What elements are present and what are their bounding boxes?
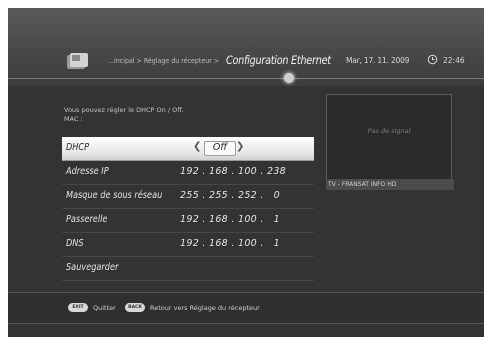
subnet-mask-value[interactable]: 255 . 255 . 252 . 0 (180, 190, 280, 201)
progress-dot (284, 73, 294, 83)
setting-label-ip-address: Adresse IP (66, 166, 109, 177)
help-text: Vous pouvez régler le DHCP On / Off. MAC… (64, 106, 184, 124)
setting-label-dhcp: DHCP (66, 142, 90, 153)
tv-screen: ...incipal > Réglage du récepteur > Conf… (8, 8, 484, 337)
chevron-left-icon[interactable]: ❮ (193, 141, 201, 152)
header-divider (8, 78, 484, 79)
channel-name: TV - FRANSAT INFO HD (326, 179, 454, 190)
footer-bar: EXIT Quitter BACK Retour vers Réglage du… (8, 292, 484, 324)
setting-row-gateway[interactable]: Passerelle 192 . 168 . 100 . 1 (62, 209, 314, 233)
receiver-logo-icon (67, 53, 88, 69)
ip-address-value[interactable]: 192 . 168 . 100 . 238 (180, 166, 286, 177)
gateway-value[interactable]: 192 . 168 . 100 . 1 (180, 214, 280, 225)
date-display: Mar, 17. 11. 2009 (346, 56, 410, 65)
setting-row-dhcp[interactable]: DHCP ❮ Off ❯ (62, 137, 314, 161)
exit-key-icon[interactable]: EXIT (68, 303, 88, 312)
dhcp-selector[interactable]: ❮ Off ❯ (193, 141, 244, 156)
help-line-dhcp: Vous pouvez régler le DHCP On / Off. (64, 106, 184, 114)
setting-label-save: Sauvegarder (66, 262, 119, 273)
setting-label-dns: DNS (66, 238, 84, 249)
ethernet-settings-list: DHCP ❮ Off ❯ Adresse IP 192 . 168 . 100 … (62, 137, 314, 281)
chevron-right-icon[interactable]: ❯ (236, 141, 244, 152)
setting-label-gateway: Passerelle (66, 214, 108, 225)
breadcrumb: ...incipal > Réglage du récepteur > (108, 57, 220, 65)
back-label: Retour vers Réglage du récepteur (150, 304, 260, 312)
clock-icon (427, 54, 438, 65)
exit-label: Quitter (93, 304, 116, 312)
tv-preview-window: Pas de signal (326, 94, 452, 180)
setting-label-subnet-mask: Masque de sous réseau (66, 190, 163, 201)
help-line-mac: MAC : (64, 115, 83, 123)
dhcp-value-box[interactable]: Off (204, 141, 236, 156)
header-bar (8, 8, 484, 86)
page-title: Configuration Ethernet (226, 53, 331, 67)
save-button[interactable]: Sauvegarder (62, 257, 314, 281)
no-signal-text: Pas de signal (367, 127, 411, 135)
time-display: 22:46 (443, 56, 465, 65)
setting-row-subnet-mask[interactable]: Masque de sous réseau 255 . 255 . 252 . … (62, 185, 314, 209)
setting-row-ip-address[interactable]: Adresse IP 192 . 168 . 100 . 238 (62, 161, 314, 185)
dhcp-value: Off (212, 142, 228, 153)
dns-value[interactable]: 192 . 168 . 100 . 1 (180, 238, 280, 249)
setting-row-dns[interactable]: DNS 192 . 168 . 100 . 1 (62, 233, 314, 257)
back-key-icon[interactable]: BACK (125, 303, 145, 312)
